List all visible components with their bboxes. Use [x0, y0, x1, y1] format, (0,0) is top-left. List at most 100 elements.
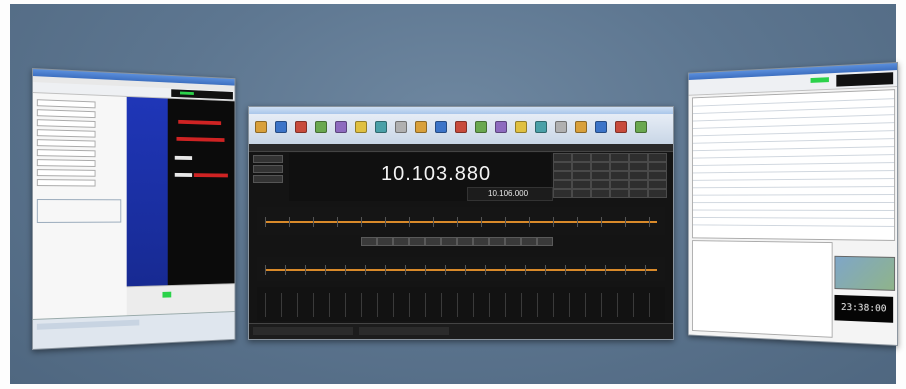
center-radio-window: 10.103.880 10.106.000	[248, 106, 674, 340]
toolbar-icon[interactable]	[415, 121, 427, 133]
toolbar-icon[interactable]	[315, 121, 327, 133]
mode-button[interactable]	[457, 237, 473, 246]
left-panel-field[interactable]	[36, 129, 96, 138]
keypad-button[interactable]	[591, 189, 610, 198]
right-clock-panel: 23:38:00	[834, 294, 894, 323]
center-window-titlebar[interactable]	[249, 107, 673, 114]
keypad-button[interactable]	[648, 180, 667, 189]
toolbar-icon[interactable]	[335, 121, 347, 133]
main-frequency: 10.103.880	[381, 163, 492, 185]
keypad-button[interactable]	[591, 162, 610, 171]
band-scale-2	[257, 257, 665, 281]
toolbar-icon[interactable]	[435, 121, 447, 133]
mode-button[interactable]	[521, 237, 537, 246]
keypad-button[interactable]	[610, 171, 629, 180]
toolbar-icon[interactable]	[455, 121, 467, 133]
right-toolbar-green-led	[810, 77, 829, 83]
mode-button[interactable]	[393, 237, 409, 246]
left-signal-white	[174, 155, 193, 160]
keypad-button[interactable]	[648, 189, 667, 198]
toolbar-icon[interactable]	[275, 121, 287, 133]
keypad-button[interactable]	[553, 180, 572, 189]
center-tab-strip[interactable]	[249, 144, 673, 152]
right-lower-panel	[692, 240, 833, 338]
right-log-row	[692, 130, 895, 137]
keypad-button[interactable]	[591, 153, 610, 162]
mode-button[interactable]	[425, 237, 441, 246]
mode-button[interactable]	[441, 237, 457, 246]
keypad-button[interactable]	[648, 162, 667, 171]
left-panel-field[interactable]	[36, 179, 96, 187]
mode-button-row	[361, 237, 561, 246]
mode-button[interactable]	[377, 237, 393, 246]
keypad-button[interactable]	[591, 180, 610, 189]
right-log-row	[692, 154, 895, 159]
keypad-button[interactable]	[610, 180, 629, 189]
keypad-button[interactable]	[629, 162, 648, 171]
keypad-button[interactable]	[610, 162, 629, 171]
sub-frequency-box: 10.106.000	[467, 187, 553, 201]
left-panel-field[interactable]	[36, 99, 96, 109]
toolbar-icon[interactable]	[255, 121, 267, 133]
toolbar-icon[interactable]	[615, 121, 627, 133]
right-log-row	[692, 146, 895, 152]
mode-button[interactable]	[489, 237, 505, 246]
left-panel-group	[36, 199, 122, 223]
toolbar-icon[interactable]	[575, 121, 587, 133]
keypad-button[interactable]	[648, 171, 667, 180]
toolbar-icon[interactable]	[495, 121, 507, 133]
mode-button[interactable]	[409, 237, 425, 246]
keypad-button[interactable]	[610, 189, 629, 198]
keypad-button[interactable]	[629, 153, 648, 162]
toolbar-icon[interactable]	[375, 121, 387, 133]
keypad-button[interactable]	[648, 153, 667, 162]
mode-button[interactable]	[505, 237, 521, 246]
status-field	[253, 327, 353, 335]
toolbar-icon[interactable]	[595, 121, 607, 133]
keypad-button[interactable]	[572, 180, 591, 189]
keypad-button[interactable]	[572, 171, 591, 180]
band-scale-3	[257, 287, 665, 321]
mode-button[interactable]	[537, 237, 553, 246]
status-field	[359, 327, 449, 335]
keypad-button[interactable]	[553, 189, 572, 198]
keypad-button[interactable]	[553, 171, 572, 180]
toolbar-icon[interactable]	[635, 121, 647, 133]
center-small-button[interactable]	[253, 155, 283, 163]
right-map-thumbnail	[834, 255, 896, 291]
keypad-button[interactable]	[629, 189, 648, 198]
sub-frequency: 10.106.000	[488, 189, 529, 198]
keypad-button[interactable]	[629, 180, 648, 189]
toolbar-icon[interactable]	[535, 121, 547, 133]
left-panel-field[interactable]	[36, 139, 96, 148]
left-signal-red	[178, 119, 222, 126]
center-small-button[interactable]	[253, 175, 283, 183]
keypad-button[interactable]	[553, 162, 572, 171]
toolbar-icon[interactable]	[475, 121, 487, 133]
keypad-button[interactable]	[572, 162, 591, 171]
toolbar-icon[interactable]	[395, 121, 407, 133]
keypad-button[interactable]	[610, 153, 629, 162]
toolbar-icon[interactable]	[515, 121, 527, 133]
left-bottom-tabs[interactable]	[36, 319, 140, 330]
keypad-button[interactable]	[572, 189, 591, 198]
right-log-row	[692, 224, 895, 227]
mode-button[interactable]	[361, 237, 377, 246]
keypad-button[interactable]	[553, 153, 572, 162]
keypad-button[interactable]	[629, 171, 648, 180]
left-panel-field[interactable]	[36, 169, 96, 177]
left-panel-field[interactable]	[36, 109, 96, 119]
keypad-button[interactable]	[572, 153, 591, 162]
right-log-table[interactable]	[692, 89, 896, 241]
mode-button[interactable]	[473, 237, 489, 246]
left-panel-field[interactable]	[36, 149, 96, 158]
toolbar-icon[interactable]	[355, 121, 367, 133]
center-small-button[interactable]	[253, 165, 283, 173]
left-panel-field[interactable]	[36, 119, 96, 128]
toolbar-icon[interactable]	[295, 121, 307, 133]
keypad-button[interactable]	[591, 171, 610, 180]
left-panel-field[interactable]	[36, 159, 96, 167]
right-log-row	[692, 209, 895, 211]
right-log-row	[692, 186, 895, 189]
toolbar-icon[interactable]	[555, 121, 567, 133]
